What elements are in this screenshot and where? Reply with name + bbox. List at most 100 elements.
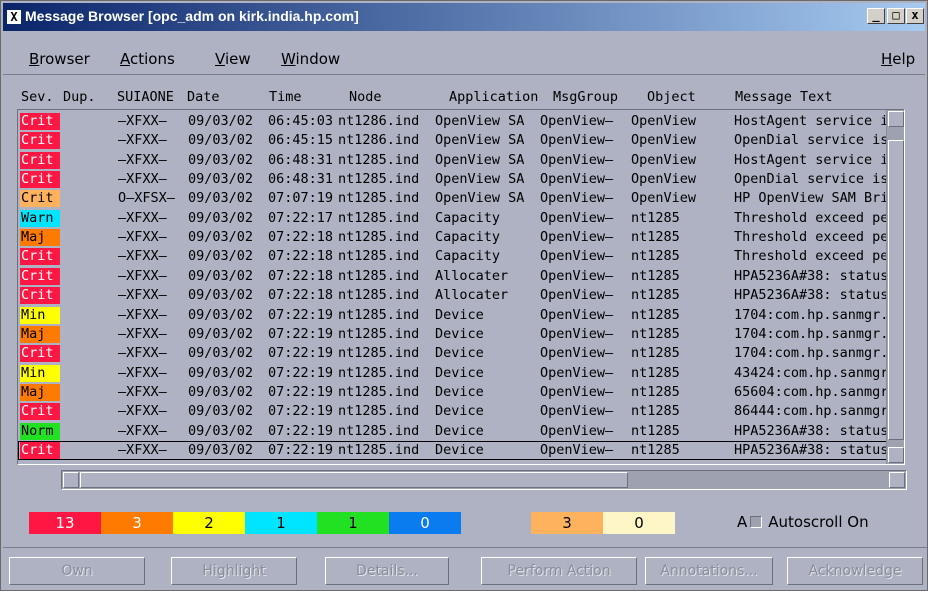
row-date: 09/03/02 [188,441,254,458]
col-dup[interactable]: Dup. [63,89,96,105]
scroll-right-arrow-icon[interactable] [889,472,905,488]
row-msggroup: OpenView— [540,132,614,149]
row-object: nt1285 [631,441,680,458]
row-message-text: HPA5236A#38: status [734,422,889,439]
row-date: 09/03/02 [188,132,254,149]
row-date: 09/03/02 [188,267,254,284]
scroll-left-arrow-icon[interactable] [63,472,79,488]
table-row[interactable]: Maj —XFXX— 09/03/02 07:22:18 nt1285.ind Capac… [18,228,904,247]
table-row[interactable]: Crit —XFXX— 09/03/02 06:48:31 nt1285.ind Open… [18,170,904,189]
row-flags: —XFXX— [118,287,167,304]
severity-badge: Crit [20,441,60,459]
table-row[interactable]: Norm —XFXX— 09/03/02 07:22:19 nt1285.ind Devi… [18,422,904,441]
own-button[interactable]: Own [9,557,145,585]
x-app-icon[interactable]: X [7,10,21,24]
row-flags: —XFXX— [118,209,167,226]
col-node[interactable]: Node [349,89,382,105]
row-message-text: HPA5236A#38: status [734,287,889,304]
row-msggroup: OpenView— [540,267,614,284]
table-row[interactable]: Min —XFXX— 09/03/02 07:22:19 nt1285.ind Devic… [18,364,904,383]
row-message-text: HPA5236A#38: status [734,441,889,458]
severity-count: 1 [317,512,389,534]
maximize-button[interactable]: □ [887,8,905,24]
table-row[interactable]: Crit —XFXX— 09/03/02 07:22:18 nt1285.ind Capa… [18,247,904,266]
message-list[interactable]: Crit —XFXX— 09/03/02 06:45:03 nt1286.ind Open… [17,109,905,465]
minimize-button[interactable]: _ [867,8,885,24]
row-msggroup: OpenView— [540,248,614,265]
table-row[interactable]: Warn —XFXX— 09/03/02 07:22:17 nt1285.ind Capa… [18,209,904,228]
severity-badge: Maj [20,229,60,247]
row-flags: —XFXX— [118,383,167,400]
row-time: 07:22:19 [268,441,334,458]
col-object[interactable]: Object [647,89,696,105]
severity-count: 3 [101,512,173,534]
row-date: 09/03/02 [188,306,254,323]
row-application: Device [435,325,484,342]
row-object: nt1285 [631,325,680,342]
menu-view[interactable]: View [215,50,251,68]
perform-action-button[interactable]: Perform Action [481,557,637,585]
table-row[interactable]: Crit —XFXX— 09/03/02 07:22:19 nt1285.ind Devi… [18,440,904,460]
table-row[interactable]: Crit —XFXX— 09/03/02 07:22:19 nt1285.ind Devi… [18,344,904,363]
row-application: Device [435,422,484,439]
table-row[interactable]: Crit —XFXX— 09/03/02 07:22:18 nt1285.ind Allo… [18,267,904,286]
vertical-scroll-thumb[interactable] [888,140,904,440]
table-row[interactable]: Crit —XFXX— 09/03/02 07:22:18 nt1285.ind Allo… [18,286,904,305]
autoscroll-toggle[interactable]: A Autoscroll On [737,513,869,531]
col-date[interactable]: Date [187,89,220,105]
col-sev[interactable]: Sev. [21,89,54,105]
severity-badge: Crit [20,345,60,363]
scroll-up-arrow-icon[interactable] [888,111,904,127]
annotations-button[interactable]: Annotations... [645,557,773,585]
row-time: 06:45:15 [268,132,334,149]
row-time: 06:45:03 [268,113,334,129]
autoscroll-checkbox[interactable] [750,516,763,528]
table-row[interactable]: Crit —XFXX— 09/03/02 06:48:31 nt1285.ind Open… [18,151,904,170]
severity-badge: Crit [20,113,60,130]
severity-badge: Crit [20,171,60,189]
acknowledge-button[interactable]: Acknowledge [787,557,923,585]
col-application[interactable]: Application [449,89,538,105]
vertical-scrollbar[interactable] [886,110,904,464]
col-time[interactable]: Time [269,89,302,105]
row-msggroup: OpenView— [540,171,614,188]
menu-browser[interactable]: Browser [29,50,90,68]
scroll-down-arrow-icon[interactable] [888,447,904,463]
severity-count: 1 [245,512,317,534]
row-time: 07:07:19 [268,190,334,207]
row-msggroup: OpenView— [540,364,614,381]
table-row[interactable]: Maj —XFXX— 09/03/02 07:22:19 nt1285.ind Devic… [18,325,904,344]
row-application: OpenView SA [435,171,525,188]
table-row[interactable]: Crit —XFXX— 09/03/02 07:22:19 nt1285.ind Devi… [18,402,904,421]
menu-window[interactable]: Window [281,50,340,68]
title-bar[interactable]: X Message Browser [opc_adm on kirk.india… [3,3,925,31]
menu-actions[interactable]: Actions [120,50,175,68]
horizontal-scroll-thumb[interactable] [80,472,628,488]
menu-help[interactable]: Help [881,50,915,68]
row-message-text: 1704:com.hp.sanmgr. [734,306,889,323]
table-row[interactable]: Crit —XFXX— 09/03/02 06:45:15 nt1286.ind Open… [18,131,904,150]
row-time: 07:22:19 [268,364,334,381]
row-message-text: 86444:com.hp.sanmgr [734,403,889,420]
col-suiaone[interactable]: SUIAONE [117,89,174,105]
row-date: 09/03/02 [188,229,254,246]
row-message-text: HostAgent service i [734,151,889,168]
horizontal-scrollbar[interactable] [61,470,907,490]
table-row[interactable]: Crit —XFXX— 09/03/02 06:45:03 nt1286.ind Open… [18,112,904,131]
row-application: Capacity [435,248,501,265]
table-row[interactable]: Crit O—XFSX— 09/03/02 07:07:19 nt1285.ind Ope… [18,189,904,208]
row-application: Device [435,441,484,458]
table-row[interactable]: Min —XFXX— 09/03/02 07:22:19 nt1285.ind Devic… [18,306,904,325]
row-node: nt1285.ind [338,364,420,381]
details-button[interactable]: Details... [325,557,449,585]
col-msggroup[interactable]: MsgGroup [553,89,618,105]
col-message-text[interactable]: Message Text [735,89,833,105]
row-time: 07:22:18 [268,229,334,246]
close-button[interactable]: x [906,8,924,24]
row-application: Allocater [435,287,509,304]
highlight-button[interactable]: Highlight [171,557,297,585]
menu-help-label: elp [892,50,916,68]
row-time: 07:22:19 [268,403,334,420]
row-node: nt1285.ind [338,171,420,188]
table-row[interactable]: Maj —XFXX— 09/03/02 07:22:19 nt1285.ind Devic… [18,383,904,402]
